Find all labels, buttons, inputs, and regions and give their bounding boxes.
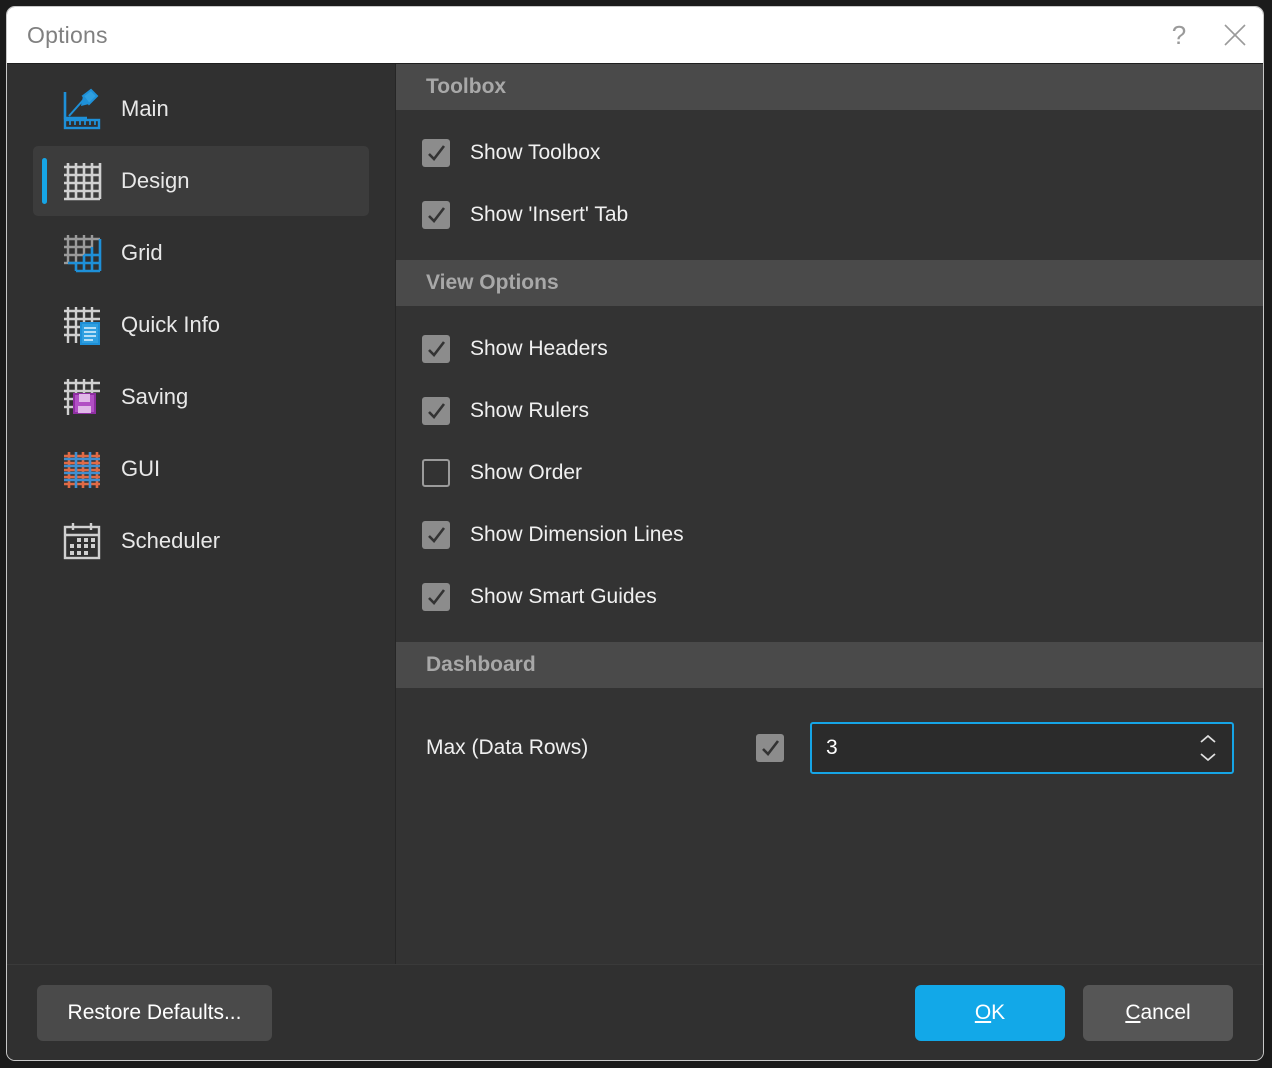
checkbox-label: Show Smart Guides [470,585,657,608]
ok-mnemonic: O [974,1000,992,1024]
checkbox-row-show-headers[interactable]: Show Headers [396,318,1263,380]
sidebar-item-scheduler[interactable]: Scheduler [33,506,369,576]
checkbox-label: Show Dimension Lines [470,523,684,546]
cancel-label-rest: ancel [1140,1000,1191,1024]
sidebar-item-label: Scheduler [121,528,221,553]
max-data-rows-row: Max (Data Rows) 3 [396,700,1263,796]
sidebar-item-label: Main [121,96,169,121]
max-data-rows-value[interactable]: 3 [826,736,838,760]
window-title: Options [27,21,108,48]
crosshatch-grid-icon [59,446,105,492]
section-title: Toolbox [426,75,507,98]
pencil-ruler-icon [59,86,105,132]
options-dialog: Options ? Main Design Grid Quick Info Sa… [6,6,1264,1061]
chevron-down-icon[interactable] [1198,751,1218,762]
section-body-view-options: Show Headers Show Rulers Show Order Show… [396,306,1263,642]
cancel-button[interactable]: Cancel [1083,984,1233,1041]
section-body-dashboard: Max (Data Rows) 3 [396,688,1263,810]
checkbox-max-data-rows[interactable] [756,734,784,762]
title-bar-buttons: ? [1151,7,1263,63]
sidebar-item-saving[interactable]: Saving [33,362,369,432]
section-header-toolbox: Toolbox [396,64,1263,110]
checkbox-show-headers[interactable] [422,335,450,363]
help-button[interactable]: ? [1151,7,1207,63]
checkbox-show-rulers[interactable] [422,397,450,425]
grid-subgrid-icon [59,230,105,276]
sidebar-item-label: Saving [121,384,189,409]
sidebar-item-grid[interactable]: Grid [33,218,369,288]
close-button[interactable] [1207,7,1263,63]
checkbox-show-dimension-lines[interactable] [422,521,450,549]
checkbox-row-show-insert-tab[interactable]: Show 'Insert' Tab [396,184,1263,246]
sidebar-item-gui[interactable]: GUI [33,434,369,504]
sidebar-item-design[interactable]: Design [33,146,369,216]
sidebar-item-main[interactable]: Main [33,74,369,144]
max-data-rows-stepper[interactable]: 3 [810,722,1234,774]
ok-button[interactable]: OK [915,984,1065,1041]
sidebar-item-label: Quick Info [121,312,221,337]
settings-panel: Toolbox Show Toolbox Show 'Insert' Tab V… [396,64,1263,964]
checkbox-row-show-dimension-lines[interactable]: Show Dimension Lines [396,504,1263,566]
checkbox-row-show-smart-guides[interactable]: Show Smart Guides [396,566,1263,628]
section-body-toolbox: Show Toolbox Show 'Insert' Tab [396,110,1263,260]
max-data-rows-label: Max (Data Rows) [426,736,589,759]
checkbox-row-show-order[interactable]: Show Order [396,442,1263,504]
restore-defaults-button[interactable]: Restore Defaults... [37,984,272,1041]
dialog-footer: Restore Defaults... OK Cancel [7,964,1263,1060]
grid-document-icon [59,302,105,348]
restore-defaults-label: Restore Defaults... [67,1000,242,1024]
check-icon [428,527,446,543]
ok-label-rest: K [991,1000,1006,1024]
check-icon [428,145,446,161]
check-icon [762,740,780,756]
cancel-mnemonic: C [1125,1000,1141,1024]
grid-icon [59,158,105,204]
section-title: Dashboard [426,653,536,676]
checkbox-label: Show Headers [470,337,608,360]
grid-floppy-icon [59,374,105,420]
title-bar: Options ? [7,7,1263,63]
check-icon [428,341,446,357]
checkbox-label: Show Order [470,461,583,484]
sidebar-item-label: Grid [121,240,163,265]
calendar-icon [59,518,105,564]
sidebar-item-label: GUI [121,456,161,481]
check-icon [428,589,446,605]
question-mark-icon: ? [1171,20,1187,50]
stepper-arrows [1198,724,1220,772]
sidebar: Main Design Grid Quick Info Saving GUI S… [7,64,396,964]
checkbox-show-toolbox[interactable] [422,139,450,167]
section-header-dashboard: Dashboard [396,642,1263,688]
sidebar-item-label: Design [121,168,190,193]
section-title: View Options [426,271,559,294]
checkbox-label: Show Toolbox [470,141,601,164]
checkbox-label: Show 'Insert' Tab [470,203,629,226]
dialog-body: Main Design Grid Quick Info Saving GUI S… [7,63,1263,964]
section-header-view-options: View Options [396,260,1263,306]
close-icon [1224,24,1246,46]
chevron-up-icon[interactable] [1198,734,1218,745]
selection-accent-bar [42,158,47,204]
checkbox-row-show-rulers[interactable]: Show Rulers [396,380,1263,442]
sidebar-item-quick-info[interactable]: Quick Info [33,290,369,360]
checkbox-row-show-toolbox[interactable]: Show Toolbox [396,122,1263,184]
checkbox-show-order[interactable] [422,459,450,487]
checkbox-show-smart-guides[interactable] [422,583,450,611]
check-icon [428,403,446,419]
checkbox-show-insert-tab[interactable] [422,201,450,229]
check-icon [428,207,446,223]
checkbox-label: Show Rulers [470,399,590,422]
